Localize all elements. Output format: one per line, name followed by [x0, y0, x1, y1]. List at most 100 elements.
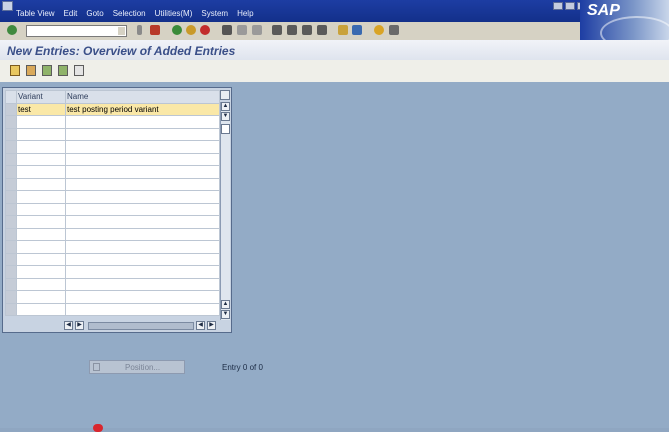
name-cell[interactable] [65, 240, 220, 254]
select-all-header[interactable] [5, 90, 17, 104]
name-cell[interactable] [65, 227, 220, 241]
copy-icon[interactable] [26, 65, 36, 76]
name-cell[interactable] [65, 252, 220, 266]
system-menu-icon[interactable] [2, 1, 13, 11]
table-row[interactable] [5, 115, 220, 129]
table-row[interactable] [5, 227, 220, 241]
table-row[interactable] [5, 290, 220, 304]
row-selector[interactable] [5, 215, 17, 229]
row-selector[interactable] [5, 290, 17, 304]
row-selector[interactable] [5, 115, 17, 129]
row-selector[interactable] [5, 177, 17, 191]
help-icon[interactable] [374, 25, 384, 35]
create-session-icon[interactable] [338, 25, 348, 35]
row-selector[interactable] [5, 265, 17, 279]
variant-cell[interactable] [16, 177, 66, 191]
table-row[interactable] [5, 127, 220, 141]
scroll-page-up-icon[interactable]: ▲ [221, 300, 230, 309]
table-row[interactable] [5, 190, 220, 204]
name-cell[interactable] [65, 215, 220, 229]
horizontal-scroll-track[interactable] [88, 322, 194, 330]
table-row[interactable] [5, 252, 220, 266]
variant-cell[interactable] [16, 240, 66, 254]
menu-utilities[interactable]: Utilities(M) [155, 9, 193, 18]
variant-cell[interactable] [16, 165, 66, 179]
table-row[interactable] [5, 240, 220, 254]
scroll-up-icon[interactable]: ▲ [221, 102, 230, 111]
position-button[interactable]: Position... [89, 360, 185, 374]
table-row[interactable] [5, 302, 220, 316]
row-selector[interactable] [5, 152, 17, 166]
name-cell[interactable]: test posting period variant [65, 102, 220, 116]
find-icon[interactable] [237, 25, 247, 35]
scroll-down-small-icon[interactable]: ▼ [221, 112, 230, 121]
details-icon[interactable] [42, 65, 52, 76]
minimize-icon[interactable] [553, 2, 563, 10]
variant-cell[interactable] [16, 140, 66, 154]
menu-help[interactable]: Help [237, 9, 253, 18]
first-page-icon[interactable] [272, 25, 282, 35]
enter-icon[interactable] [7, 25, 17, 35]
next-page-icon[interactable] [302, 25, 312, 35]
row-selector[interactable] [5, 252, 17, 266]
table-row[interactable] [5, 165, 220, 179]
variant-cell[interactable] [16, 115, 66, 129]
row-selector[interactable] [5, 102, 17, 116]
name-cell[interactable] [65, 127, 220, 141]
layout-icon[interactable] [389, 25, 399, 35]
scroll-thumb[interactable] [221, 124, 230, 134]
row-selector[interactable] [5, 140, 17, 154]
variant-cell[interactable]: test [16, 102, 66, 116]
table-row[interactable] [5, 202, 220, 216]
variant-cell[interactable] [16, 202, 66, 216]
scroll-left-icon[interactable]: ◀ [64, 321, 73, 330]
variant-cell[interactable] [16, 252, 66, 266]
name-cell[interactable] [65, 140, 220, 154]
previous-page-icon[interactable] [287, 25, 297, 35]
variant-cell[interactable] [16, 265, 66, 279]
row-selector[interactable] [5, 227, 17, 241]
row-selector[interactable] [5, 240, 17, 254]
variant-cell[interactable] [16, 190, 66, 204]
table-row[interactable] [5, 177, 220, 191]
name-cell[interactable] [65, 277, 220, 291]
shortcut-icon[interactable] [352, 25, 362, 35]
row-selector[interactable] [5, 165, 17, 179]
delete-icon[interactable] [74, 65, 84, 76]
table-row[interactable] [5, 152, 220, 166]
variant-cell[interactable] [16, 152, 66, 166]
name-cell[interactable] [65, 177, 220, 191]
last-page-icon[interactable] [317, 25, 327, 35]
name-cell[interactable] [65, 152, 220, 166]
table-settings-icon[interactable] [220, 90, 230, 100]
name-cell[interactable] [65, 165, 220, 179]
horizontal-scrollbar[interactable]: ◀ ▶ ◀ ▶ [64, 321, 220, 331]
name-cell[interactable] [65, 290, 220, 304]
variant-cell[interactable] [16, 127, 66, 141]
find-next-icon[interactable] [252, 25, 262, 35]
menu-table-view[interactable]: Table View [16, 9, 55, 18]
table-row[interactable] [5, 277, 220, 291]
vertical-scrollbar[interactable]: ▲ ▼ ▲ ▼ [220, 102, 230, 320]
variant-cell[interactable] [16, 302, 66, 316]
row-selector[interactable] [5, 302, 17, 316]
table-row[interactable]: test test posting period variant [5, 102, 220, 116]
back-icon[interactable] [172, 25, 182, 35]
command-dropdown-icon[interactable] [118, 27, 125, 35]
variant-cell[interactable] [16, 277, 66, 291]
save-icon[interactable] [150, 25, 160, 35]
name-cell[interactable] [65, 302, 220, 316]
command-field[interactable] [26, 25, 127, 37]
table-row[interactable] [5, 140, 220, 154]
menu-selection[interactable]: Selection [113, 9, 146, 18]
name-cell[interactable] [65, 190, 220, 204]
select-all-icon[interactable] [58, 65, 68, 76]
table-row[interactable] [5, 265, 220, 279]
name-cell[interactable] [65, 265, 220, 279]
print-icon[interactable] [222, 25, 232, 35]
menu-edit[interactable]: Edit [64, 9, 78, 18]
maximize-icon[interactable] [565, 2, 575, 10]
variant-cell[interactable] [16, 215, 66, 229]
row-selector[interactable] [5, 202, 17, 216]
menu-goto[interactable]: Goto [86, 9, 103, 18]
